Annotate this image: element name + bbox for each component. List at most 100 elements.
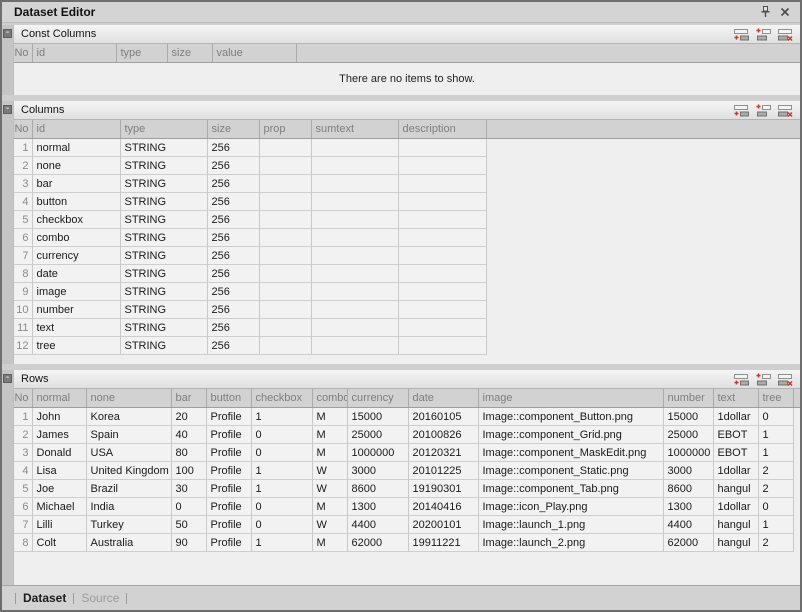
cell[interactable]: 7 bbox=[14, 247, 32, 265]
cell[interactable]: Australia bbox=[86, 534, 171, 552]
cell[interactable]: bar bbox=[32, 175, 120, 193]
cell[interactable]: Image::component_Button.png bbox=[478, 408, 663, 426]
cell[interactable]: 256 bbox=[207, 229, 259, 247]
cell[interactable]: Michael bbox=[32, 498, 86, 516]
cell[interactable]: 256 bbox=[207, 301, 259, 319]
cell[interactable]: 1 bbox=[251, 462, 312, 480]
cell[interactable]: 0 bbox=[251, 426, 312, 444]
cell[interactable]: hangul bbox=[713, 534, 758, 552]
cell[interactable]: 1 bbox=[251, 408, 312, 426]
cell[interactable]: 1 bbox=[758, 444, 793, 462]
cell[interactable]: 12 bbox=[14, 337, 32, 355]
cell[interactable]: 4400 bbox=[347, 516, 408, 534]
cell[interactable]: 1 bbox=[251, 534, 312, 552]
cell[interactable] bbox=[398, 301, 486, 319]
cell[interactable] bbox=[259, 301, 311, 319]
cell[interactable]: 6 bbox=[14, 498, 32, 516]
cell[interactable]: 62000 bbox=[663, 534, 713, 552]
cell[interactable]: none bbox=[32, 157, 120, 175]
cell[interactable]: India bbox=[86, 498, 171, 516]
cell[interactable]: M bbox=[312, 408, 347, 426]
column-header-no[interactable]: No bbox=[14, 44, 32, 63]
cell[interactable]: 1dollar bbox=[713, 498, 758, 516]
cell[interactable]: United Kingdom bbox=[86, 462, 171, 480]
cell[interactable]: 40 bbox=[171, 426, 206, 444]
cell[interactable]: STRING bbox=[120, 229, 207, 247]
cell[interactable]: Colt bbox=[32, 534, 86, 552]
cell[interactable]: Profile bbox=[206, 480, 251, 498]
add-row-icon[interactable] bbox=[734, 28, 749, 41]
cell[interactable]: 80 bbox=[171, 444, 206, 462]
tab-source[interactable]: Source bbox=[81, 591, 119, 605]
column-header-prop[interactable]: prop bbox=[259, 120, 311, 139]
cell[interactable] bbox=[398, 337, 486, 355]
cell[interactable]: 256 bbox=[207, 175, 259, 193]
cell[interactable]: Profile bbox=[206, 408, 251, 426]
cell[interactable]: M bbox=[312, 426, 347, 444]
column-header-none[interactable]: none bbox=[86, 389, 171, 408]
cell[interactable]: 8600 bbox=[663, 480, 713, 498]
cell[interactable]: currency bbox=[32, 247, 120, 265]
cell[interactable]: M bbox=[312, 534, 347, 552]
cell[interactable]: button bbox=[32, 193, 120, 211]
cell[interactable]: 3000 bbox=[663, 462, 713, 480]
cell[interactable]: 256 bbox=[207, 265, 259, 283]
cell[interactable]: 25000 bbox=[347, 426, 408, 444]
column-header-normal[interactable]: normal bbox=[32, 389, 86, 408]
cell[interactable]: Image::launch_1.png bbox=[478, 516, 663, 534]
pin-icon[interactable] bbox=[758, 5, 772, 19]
cell[interactable] bbox=[398, 229, 486, 247]
cell[interactable]: 256 bbox=[207, 319, 259, 337]
cell[interactable]: number bbox=[32, 301, 120, 319]
cell[interactable]: Profile bbox=[206, 426, 251, 444]
cell[interactable] bbox=[311, 265, 398, 283]
cell[interactable]: 20200101 bbox=[408, 516, 478, 534]
cell[interactable]: Donald bbox=[32, 444, 86, 462]
cell[interactable]: 1 bbox=[758, 516, 793, 534]
cell[interactable]: 0 bbox=[251, 498, 312, 516]
column-header-date[interactable]: date bbox=[408, 389, 478, 408]
cell[interactable]: 256 bbox=[207, 193, 259, 211]
cell[interactable]: STRING bbox=[120, 283, 207, 301]
cell[interactable]: Image::component_Static.png bbox=[478, 462, 663, 480]
cell[interactable]: text bbox=[32, 319, 120, 337]
cell[interactable]: 1dollar bbox=[713, 408, 758, 426]
cell[interactable]: hangul bbox=[713, 480, 758, 498]
cell[interactable] bbox=[259, 229, 311, 247]
cell[interactable]: STRING bbox=[120, 301, 207, 319]
cell[interactable]: W bbox=[312, 516, 347, 534]
cell[interactable]: Profile bbox=[206, 444, 251, 462]
cell[interactable]: Profile bbox=[206, 516, 251, 534]
cell[interactable]: 20100826 bbox=[408, 426, 478, 444]
cell[interactable]: 2 bbox=[758, 480, 793, 498]
cell[interactable]: 2 bbox=[14, 426, 32, 444]
cell[interactable] bbox=[311, 193, 398, 211]
cell[interactable] bbox=[398, 157, 486, 175]
cell[interactable]: STRING bbox=[120, 139, 207, 157]
cell[interactable]: Image::component_Grid.png bbox=[478, 426, 663, 444]
cell[interactable] bbox=[398, 283, 486, 301]
cell[interactable]: normal bbox=[32, 139, 120, 157]
cell[interactable] bbox=[311, 157, 398, 175]
cell[interactable]: 4 bbox=[14, 462, 32, 480]
cell[interactable] bbox=[311, 139, 398, 157]
cell[interactable]: 100 bbox=[171, 462, 206, 480]
cell[interactable]: hangul bbox=[713, 516, 758, 534]
cell[interactable]: 1 bbox=[758, 426, 793, 444]
cell[interactable]: Image::component_Tab.png bbox=[478, 480, 663, 498]
cell[interactable]: 256 bbox=[207, 139, 259, 157]
cell[interactable]: 1300 bbox=[663, 498, 713, 516]
cell[interactable] bbox=[259, 283, 311, 301]
cell[interactable]: EBOT bbox=[713, 426, 758, 444]
collapse-icon[interactable]: - bbox=[3, 29, 12, 38]
cell[interactable]: 0 bbox=[758, 408, 793, 426]
cell[interactable] bbox=[311, 247, 398, 265]
cell[interactable] bbox=[311, 211, 398, 229]
column-header-type[interactable]: type bbox=[120, 120, 207, 139]
column-header-tree[interactable]: tree bbox=[758, 389, 793, 408]
cell[interactable]: STRING bbox=[120, 247, 207, 265]
cell[interactable]: 5 bbox=[14, 211, 32, 229]
cell[interactable]: James bbox=[32, 426, 86, 444]
cell[interactable]: 8 bbox=[14, 265, 32, 283]
cell[interactable] bbox=[311, 319, 398, 337]
